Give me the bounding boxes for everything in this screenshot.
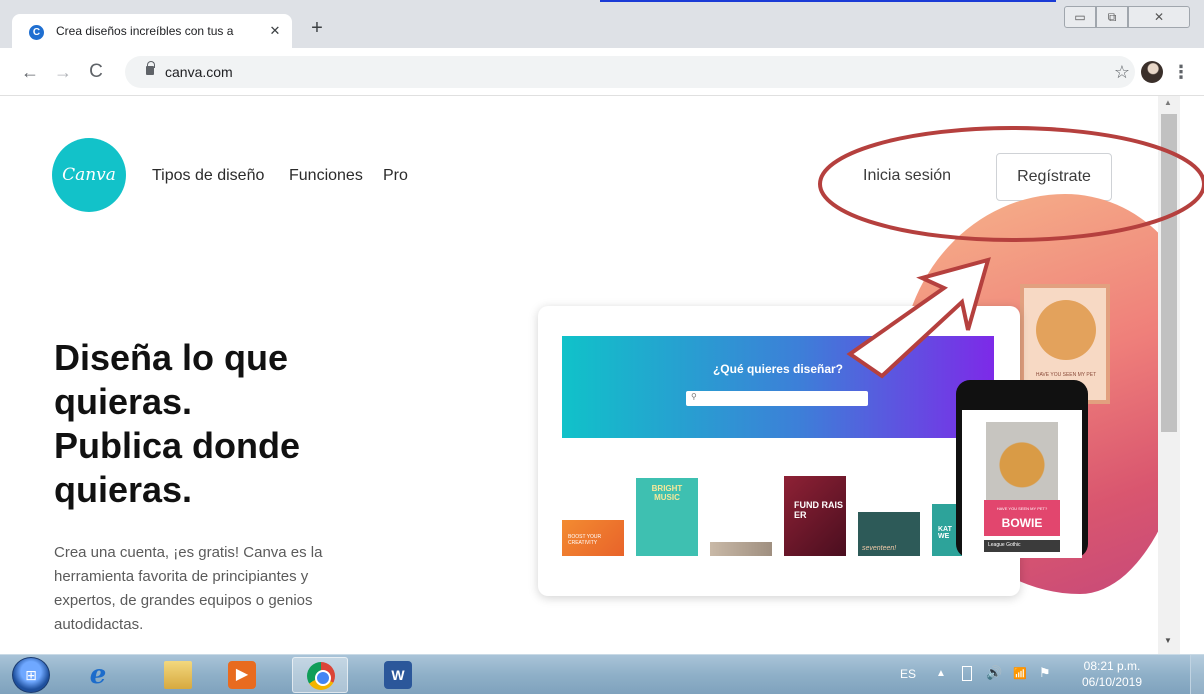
template-thumbnail bbox=[710, 542, 772, 556]
word-icon: W bbox=[384, 661, 412, 689]
back-button[interactable]: ← bbox=[18, 60, 42, 84]
browser-toolbar: ← → C canva.com ☆ ⋮ bbox=[0, 48, 1204, 96]
template-thumbnail: seventeen! bbox=[858, 512, 920, 556]
scrollbar-track[interactable]: ▲ ▼ bbox=[1158, 96, 1180, 654]
template-thumbnail: BRIGHT MUSIC bbox=[636, 478, 698, 556]
scroll-up-arrow-icon[interactable]: ▲ bbox=[1164, 98, 1172, 107]
profile-avatar[interactable] bbox=[1141, 61, 1163, 83]
battery-icon[interactable] bbox=[962, 666, 972, 681]
login-link[interactable]: Inicia sesión bbox=[863, 167, 951, 185]
reload-button[interactable]: C bbox=[84, 60, 108, 84]
system-tray: ▲ 🔊 📶 ⚑ bbox=[936, 665, 1066, 685]
screen: C Crea diseños increíbles con tus a ✕ + … bbox=[0, 0, 1204, 694]
nav-pro[interactable]: Pro bbox=[383, 167, 408, 185]
nav-design-types[interactable]: Tipos de diseño bbox=[152, 167, 264, 185]
hero-heading-line: Diseña lo que bbox=[54, 337, 289, 378]
url-text[interactable]: canva.com bbox=[165, 64, 233, 80]
clock-date: 06/10/2019 bbox=[1081, 675, 1143, 689]
thumbnail-text: BRIGHT MUSIC bbox=[651, 484, 683, 502]
mockup-banner: ¿Qué quieres diseñar? ⚲ bbox=[562, 336, 994, 438]
hero-heading: Diseña lo que quieras. Publica donde qui… bbox=[54, 336, 384, 512]
phone-poster-title: BOWIE bbox=[1001, 516, 1043, 530]
language-indicator[interactable]: ES bbox=[900, 667, 916, 681]
chrome-menu-icon[interactable]: ⋮ bbox=[1172, 60, 1190, 84]
phone-font-name: League Gothic bbox=[988, 542, 1021, 548]
volume-icon[interactable]: 🔊 bbox=[986, 665, 1002, 681]
taskbar-app-word[interactable]: W bbox=[370, 657, 426, 693]
windows-taskbar: ⊞ e ▶ W ES ▲ 🔊 📶 ⚑ 08:21 p.m. 06/10/2019 bbox=[0, 654, 1204, 694]
template-thumbnail: BOOST YOUR CREATIVITY bbox=[562, 520, 624, 556]
accent-line bbox=[600, 0, 1056, 2]
tab-strip: C Crea diseños increíbles con tus a ✕ + … bbox=[0, 0, 1204, 48]
hero-heading-line: quieras. bbox=[54, 381, 193, 422]
hero-heading-line: Publica donde bbox=[54, 425, 301, 466]
taskbar-clock[interactable]: 08:21 p.m. 06/10/2019 bbox=[1076, 658, 1148, 690]
thumbnail-text: FUND RAIS ER bbox=[794, 500, 843, 520]
window-controls: ▭ ⧉ ✕ bbox=[1064, 6, 1190, 28]
thumbnail-text: seventeen! bbox=[862, 545, 897, 552]
bookmark-star-icon[interactable]: ☆ bbox=[1110, 60, 1134, 84]
scroll-down-arrow-icon[interactable]: ▼ bbox=[1164, 636, 1172, 645]
browser-tab[interactable]: C Crea diseños increíbles con tus a ✕ bbox=[12, 14, 292, 48]
canva-logo[interactable]: Canva bbox=[52, 138, 126, 212]
tab-title: Crea diseños increíbles con tus a bbox=[56, 24, 234, 38]
start-button[interactable]: ⊞ bbox=[12, 657, 50, 693]
folder-icon bbox=[164, 661, 192, 689]
show-desktop-button[interactable] bbox=[1190, 655, 1204, 694]
dog-poster-caption: HAVE YOU SEEN MY PET bbox=[1035, 372, 1097, 378]
network-signal-icon[interactable]: 📶 bbox=[1013, 667, 1027, 680]
clock-time: 08:21 p.m. bbox=[1083, 659, 1141, 673]
chrome-icon bbox=[307, 662, 335, 690]
new-tab-button[interactable]: + bbox=[307, 18, 327, 38]
canva-favicon-icon: C bbox=[29, 25, 44, 40]
internet-explorer-icon: e bbox=[89, 660, 107, 690]
forward-button[interactable]: → bbox=[51, 60, 75, 84]
phone-mockup: HAVE YOU SEEN MY PET? BOWIE League Gothi… bbox=[956, 380, 1088, 558]
taskbar-app-media-player[interactable]: ▶ bbox=[214, 657, 270, 693]
dog-illustration bbox=[1036, 300, 1096, 360]
hero-description: Crea una cuenta, ¡es gratis! Canva es la… bbox=[54, 544, 323, 633]
template-thumbnail: FUND RAIS ER bbox=[784, 476, 846, 556]
dog-photo bbox=[986, 422, 1058, 500]
action-center-flag-icon[interactable]: ⚑ bbox=[1039, 665, 1051, 681]
thumbnail-text: BOOST YOUR CREATIVITY bbox=[568, 534, 602, 546]
media-player-icon: ▶ bbox=[228, 661, 256, 689]
phone-screen: HAVE YOU SEEN MY PET? BOWIE League Gothi… bbox=[962, 410, 1082, 558]
taskbar-app-chrome[interactable] bbox=[292, 657, 348, 693]
taskbar-app-file-explorer[interactable] bbox=[150, 657, 206, 693]
phone-font-bar: League Gothic bbox=[984, 540, 1060, 552]
phone-poster-band: HAVE YOU SEEN MY PET? BOWIE bbox=[984, 500, 1060, 536]
taskbar-app-internet-explorer[interactable]: e bbox=[70, 657, 126, 693]
lock-icon[interactable] bbox=[146, 61, 155, 75]
mockup-banner-title: ¿Qué quieres diseñar? bbox=[712, 362, 844, 376]
restore-button[interactable]: ⧉ bbox=[1096, 6, 1128, 28]
address-bar[interactable]: canva.com bbox=[125, 56, 1135, 88]
page-scrollbar[interactable]: ▲ ▼ bbox=[1158, 96, 1204, 654]
nav-features[interactable]: Funciones bbox=[289, 167, 363, 185]
phone-poster-tag: HAVE YOU SEEN MY PET? bbox=[996, 506, 1048, 511]
search-icon: ⚲ bbox=[691, 392, 697, 401]
mockup-search-field: ⚲ bbox=[686, 391, 868, 406]
show-hidden-icons-icon[interactable]: ▲ bbox=[936, 668, 946, 679]
close-window-button[interactable]: ✕ bbox=[1128, 6, 1190, 28]
scrollbar-thumb[interactable] bbox=[1161, 114, 1177, 432]
minimize-button[interactable]: ▭ bbox=[1064, 6, 1096, 28]
hero-heading-line: quieras. bbox=[54, 469, 193, 510]
tab-close-icon[interactable]: ✕ bbox=[266, 22, 284, 40]
